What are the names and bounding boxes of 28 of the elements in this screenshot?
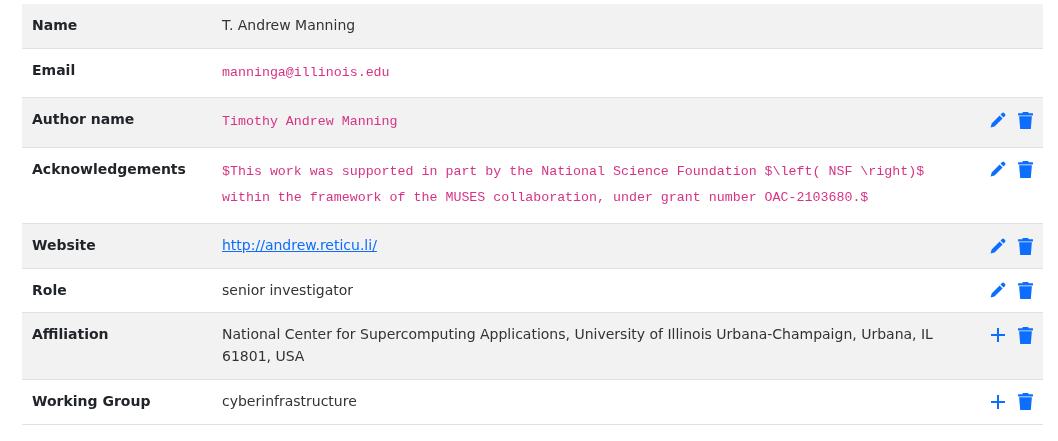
field-label: Acknowledgements	[32, 160, 186, 177]
plus-icon[interactable]	[990, 393, 1006, 410]
field-value: senior investigator	[222, 281, 354, 298]
trash-icon[interactable]	[1018, 111, 1033, 129]
field-value: National Center for Supercomputing Applications, University of Illinois Urbana-Champaign, Urbana, IL 61801, USA	[222, 326, 933, 365]
pencil-icon[interactable]	[989, 161, 1006, 179]
field-label: Working Group	[32, 392, 151, 409]
trash-icon[interactable]	[1018, 282, 1033, 300]
trash-icon[interactable]	[1018, 161, 1033, 179]
field-value: manninga@illinois.edu	[222, 64, 390, 80]
plus-icon[interactable]	[990, 327, 1006, 344]
trash-icon[interactable]	[1018, 393, 1033, 411]
field-label: Role	[32, 281, 67, 298]
trash-icon[interactable]	[1018, 237, 1033, 255]
pencil-icon[interactable]	[989, 237, 1006, 255]
website-link[interactable]: http://andrew.reticu.li/	[222, 237, 377, 254]
trash-icon[interactable]	[1018, 326, 1033, 344]
field-label: Author name	[32, 111, 135, 128]
field-value: cyberinfrastructure	[222, 392, 357, 409]
pencil-icon[interactable]	[989, 282, 1006, 300]
field-value: Timothy Andrew Manning	[222, 114, 398, 130]
field-value: T. Andrew Manning	[222, 17, 356, 33]
pencil-icon[interactable]	[989, 111, 1006, 129]
field-label: Affiliation	[32, 326, 109, 343]
field-value: $This work was supported in part by the National Science Foundation $\left( NSF \right)$ within the framework of the MUSES collaboration, under grant number OAC-2103680.$	[222, 163, 925, 206]
field-label: Name	[32, 17, 78, 33]
field-label: Website	[32, 237, 96, 254]
field-label: Email	[32, 61, 76, 78]
